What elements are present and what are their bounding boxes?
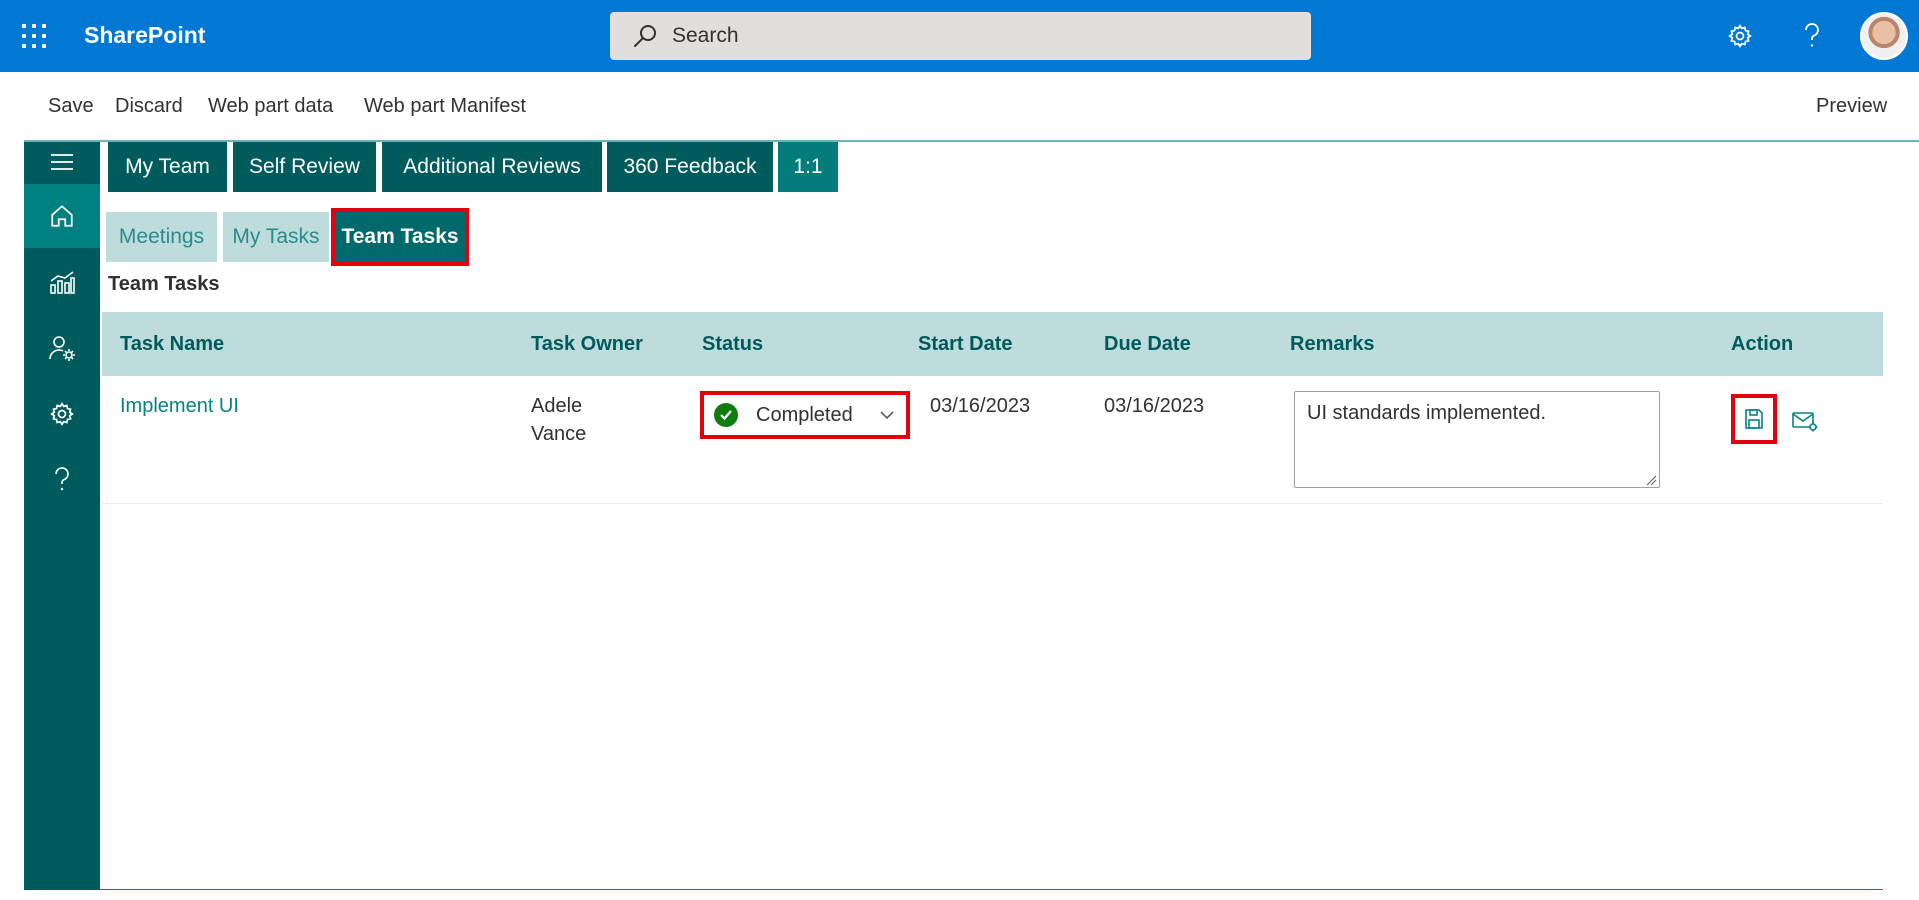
- completed-check-icon: [714, 403, 738, 427]
- web-part-data-command[interactable]: Web part data: [208, 95, 333, 118]
- search-icon: [634, 25, 656, 47]
- brand-title[interactable]: SharePoint: [84, 22, 205, 49]
- hamburger-menu-icon[interactable]: [24, 142, 100, 182]
- header-start-date: Start Date: [918, 333, 1013, 355]
- save-command[interactable]: Save: [48, 95, 94, 118]
- send-email-button[interactable]: [1790, 406, 1820, 436]
- left-rail: [24, 142, 100, 890]
- due-date-value: 03/16/2023: [1104, 395, 1205, 417]
- tab-additional-reviews[interactable]: Additional Reviews: [382, 142, 602, 192]
- content-bottom-divider: [100, 889, 1883, 890]
- command-bar: Save Discard Web part data Web part Mani…: [0, 72, 1919, 142]
- preview-command[interactable]: Preview: [1816, 95, 1887, 118]
- status-dropdown[interactable]: Completed: [700, 391, 910, 439]
- save-floppy-icon: [1745, 409, 1763, 429]
- subtab-meetings[interactable]: Meetings: [106, 212, 217, 262]
- discard-command[interactable]: Discard: [115, 95, 183, 118]
- app-launcher-icon[interactable]: [20, 22, 48, 50]
- help-icon[interactable]: [1794, 18, 1830, 54]
- chevron-down-icon: [880, 411, 894, 420]
- table-header: Task Name Task Owner Status Start Date D…: [102, 312, 1883, 376]
- remarks-textarea[interactable]: UI standards implemented.: [1294, 391, 1660, 488]
- search-box[interactable]: [610, 12, 1311, 60]
- start-date-value: 03/16/2023: [930, 395, 1031, 417]
- search-input[interactable]: [672, 24, 1272, 48]
- settings-icon[interactable]: [24, 382, 100, 446]
- suite-bar: SharePoint: [0, 0, 1919, 72]
- web-part-manifest-command[interactable]: Web part Manifest: [364, 95, 526, 118]
- user-avatar[interactable]: [1860, 12, 1908, 60]
- tab-one-on-one[interactable]: 1:1: [778, 142, 838, 192]
- task-owner-last: Vance: [531, 423, 587, 445]
- header-task-owner: Task Owner: [531, 333, 643, 355]
- header-status: Status: [702, 333, 764, 355]
- header-task-name: Task Name: [120, 333, 225, 355]
- help-question-icon[interactable]: [24, 448, 100, 512]
- subtab-team-tasks[interactable]: Team Tasks: [331, 208, 469, 266]
- task-name-link[interactable]: Implement UI: [120, 392, 239, 420]
- settings-gear-icon[interactable]: [1722, 18, 1758, 54]
- header-action: Action: [1731, 333, 1794, 355]
- tab-360-feedback[interactable]: 360 Feedback: [607, 142, 773, 192]
- status-value: Completed: [756, 403, 853, 426]
- save-task-button[interactable]: [1731, 394, 1777, 444]
- tab-self-review[interactable]: Self Review: [233, 142, 376, 192]
- user-settings-icon[interactable]: [24, 316, 100, 380]
- section-title: Team Tasks: [108, 273, 220, 295]
- header-due-date: Due Date: [1104, 333, 1191, 355]
- header-remarks: Remarks: [1290, 333, 1375, 355]
- mail-settings-icon: [1792, 412, 1818, 432]
- subtab-my-tasks[interactable]: My Tasks: [223, 212, 329, 262]
- task-owner-first: Adele: [531, 395, 583, 417]
- tab-my-team[interactable]: My Team: [108, 142, 227, 192]
- analytics-chart-icon[interactable]: [24, 250, 100, 314]
- home-icon[interactable]: [24, 184, 100, 248]
- resize-grip-icon[interactable]: [1645, 474, 1657, 486]
